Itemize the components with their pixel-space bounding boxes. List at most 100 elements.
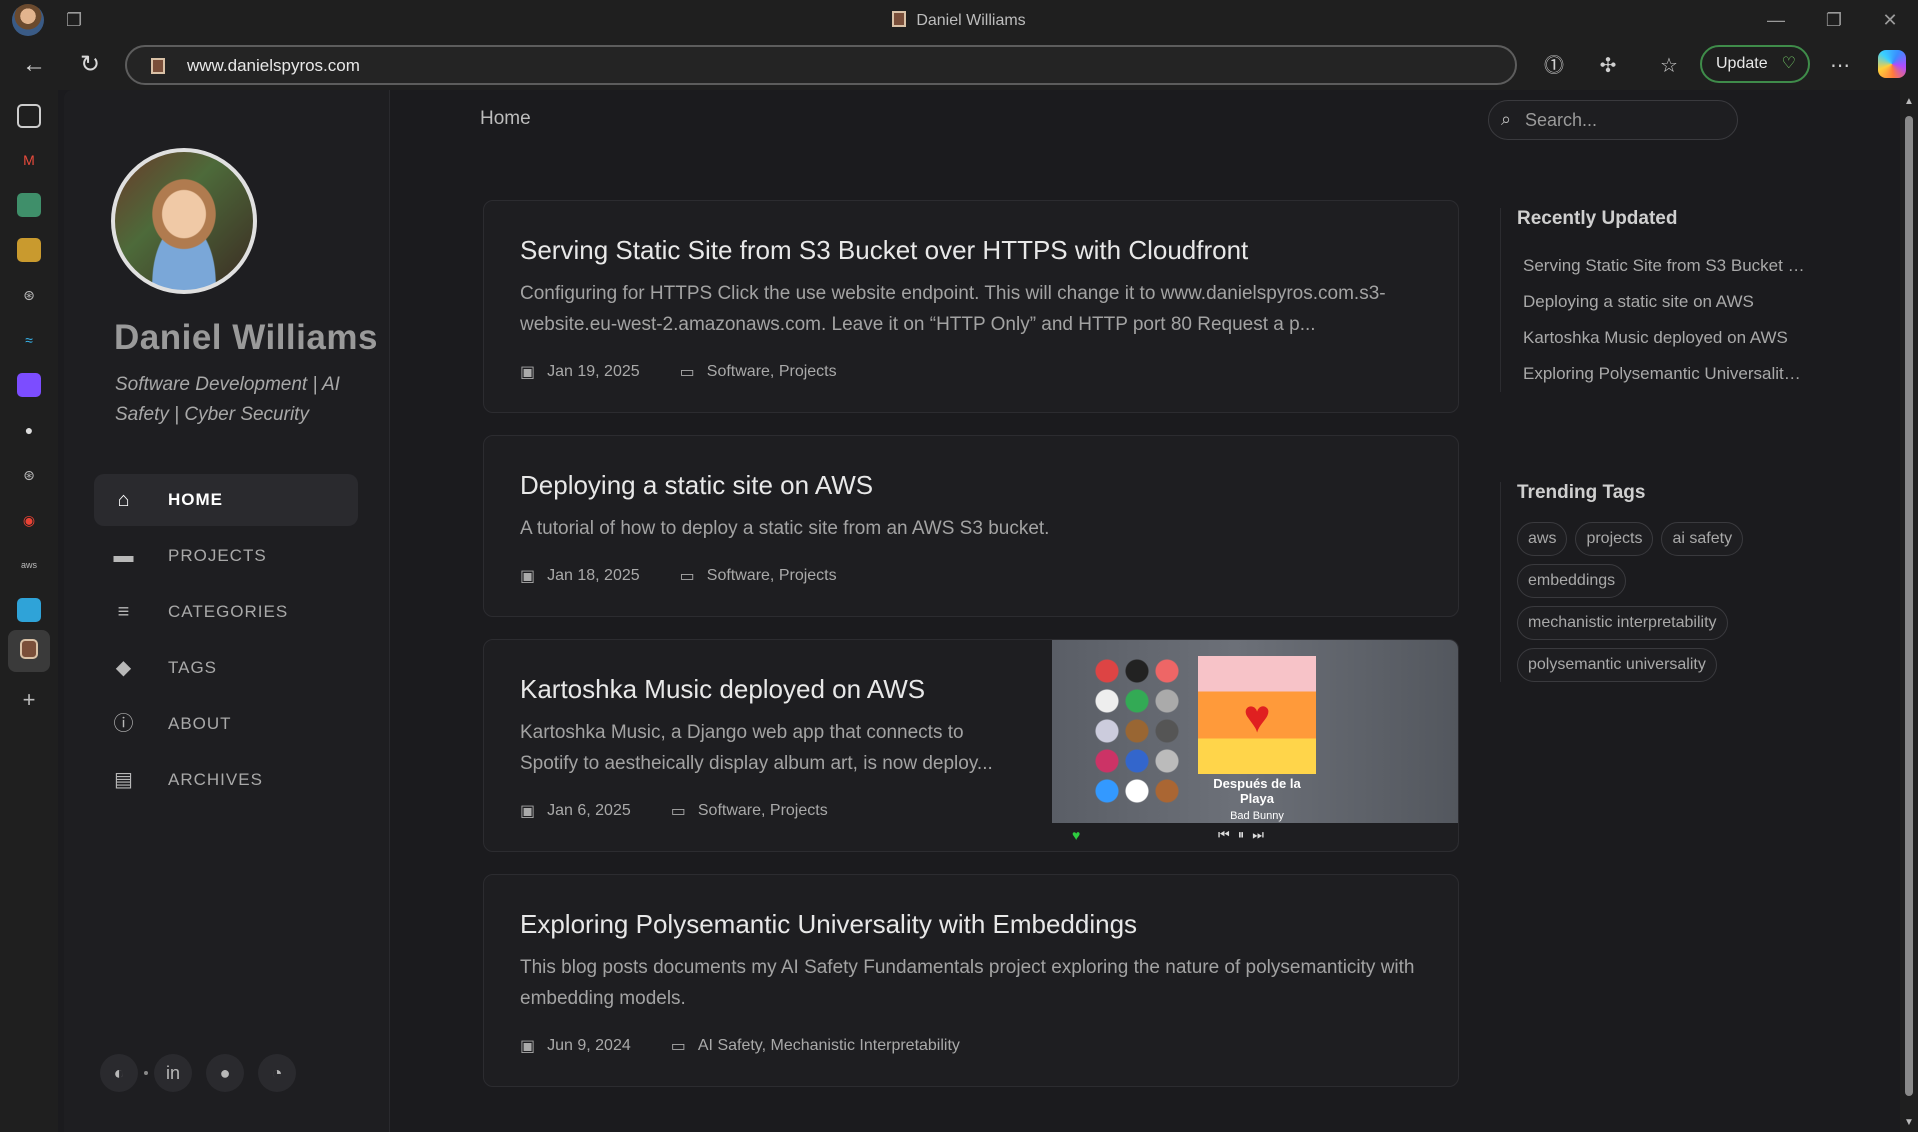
post-title[interactable]: Exploring Polysemantic Universality with…	[520, 909, 1422, 940]
calendar-icon: ▣	[520, 803, 536, 820]
nav-item-archives[interactable]: ▤ ARCHIVES	[94, 754, 358, 806]
album-bubbles	[1092, 656, 1182, 806]
aws-icon[interactable]: aws	[17, 553, 41, 577]
track-title: Después de la Playa	[1213, 776, 1301, 806]
tab-actions-icon[interactable]	[17, 104, 41, 128]
recent-post-link[interactable]: Exploring Polysemantic Universality ...	[1517, 356, 1807, 392]
post-title[interactable]: Kartoshka Music deployed on AWS	[520, 674, 1016, 705]
favorites-icon[interactable]: ☆	[1655, 52, 1683, 80]
site-title[interactable]: Daniel Williams	[114, 318, 378, 358]
theme-toggle-icon[interactable]: ◐	[100, 1054, 138, 1092]
calendar-icon: ▣	[520, 364, 536, 381]
copilot-icon[interactable]	[1878, 50, 1906, 78]
refresh-button[interactable]: ↻	[74, 50, 106, 80]
scroll-down-icon[interactable]: ▼	[1904, 1117, 1914, 1128]
info-icon: ⓘ	[113, 713, 135, 735]
home-icon: ⌂	[117, 489, 131, 511]
nav-item-projects[interactable]: ▬ PROJECTS	[94, 530, 358, 582]
app-icon[interactable]	[17, 193, 41, 217]
linkedin-icon[interactable]: in	[154, 1054, 192, 1092]
site-sidebar: Daniel Williams Software Development | A…	[64, 90, 390, 1132]
url-text[interactable]: www.danielspyros.com	[187, 56, 360, 76]
chrome-icon[interactable]: ◉	[17, 508, 41, 532]
post-meta: ▣ Jun 9, 2024 ▭ AI Safety, Mechanistic Int…	[520, 1036, 1422, 1056]
tag-polysemantic-universality[interactable]: polysemantic universality	[1517, 648, 1717, 682]
tag-projects[interactable]: projects	[1575, 522, 1654, 556]
author-avatar[interactable]	[111, 148, 257, 294]
nav-item-categories[interactable]: ≡ CATEGORIES	[94, 586, 358, 638]
web-page: Daniel Williams Software Development | A…	[64, 90, 1900, 1132]
scroll-up-icon[interactable]: ▲	[1904, 96, 1914, 107]
post-categories: Software, Projects	[697, 802, 828, 819]
password-manager-icon[interactable]: ⓵	[1540, 52, 1568, 80]
post-excerpt: Configuring for HTTPS Click the use webs…	[520, 283, 1386, 335]
address-bar[interactable]: www.danielspyros.com	[125, 45, 1517, 85]
post-card[interactable]: Deploying a static site on AWS A tutoria…	[483, 435, 1459, 617]
minimize-button[interactable]: —	[1756, 6, 1796, 34]
post-excerpt: Kartoshka Music, a Django web app that c…	[520, 722, 993, 774]
app-icon[interactable]	[17, 238, 41, 262]
list-icon: ≡	[117, 601, 131, 623]
trending-tags-panel: Trending Tags aws projects ai safety emb…	[1500, 482, 1800, 682]
recently-updated-heading: Recently Updated	[1517, 208, 1678, 229]
tag-ai-safety[interactable]: ai safety	[1661, 522, 1744, 556]
back-button[interactable]: ←	[18, 50, 50, 80]
close-window-button[interactable]: ✕	[1870, 6, 1910, 34]
post-list: Serving Static Site from S3 Bucket over …	[483, 200, 1459, 1109]
more-menu-icon[interactable]: ⋯	[1826, 52, 1854, 80]
app-icon[interactable]	[17, 598, 41, 622]
search-input[interactable]	[1525, 107, 1725, 133]
heart-icon: ♥	[1072, 827, 1081, 843]
tag-list: aws projects ai safety embeddings mechan…	[1517, 522, 1817, 682]
recent-post-link[interactable]: Kartoshka Music deployed on AWS	[1517, 320, 1807, 356]
post-card[interactable]: Exploring Polysemantic Universality with…	[483, 874, 1459, 1087]
scrollbar-thumb[interactable]	[1905, 116, 1913, 1096]
post-title[interactable]: Deploying a static site on AWS	[520, 470, 1422, 501]
post-card[interactable]: Serving Static Site from S3 Bucket over …	[483, 200, 1459, 413]
site-favicon	[151, 58, 165, 74]
tag-mechanistic-interpretability[interactable]: mechanistic interpretability	[1517, 606, 1728, 640]
tag-embeddings[interactable]: embeddings	[1517, 564, 1627, 598]
add-icon[interactable]: +	[17, 688, 41, 712]
github-icon[interactable]: ●	[17, 418, 41, 442]
calendar-icon: ▣	[520, 1038, 536, 1055]
post-excerpt: A tutorial of how to deploy a static sit…	[520, 518, 1050, 539]
tailwind-icon[interactable]: ≈	[17, 328, 41, 352]
search-box[interactable]: ⌕	[1488, 100, 1738, 140]
post-categories: AI Safety, Mechanistic Interpretability	[697, 1037, 960, 1054]
separator-dot	[144, 1071, 148, 1075]
heart-icon: ♥	[1243, 690, 1271, 742]
openai-icon[interactable]: ⊛	[17, 463, 41, 487]
post-date: Jan 18, 2025	[547, 567, 640, 584]
restore-button[interactable]: ❐	[1814, 6, 1854, 34]
recently-updated-panel: Recently Updated Serving Static Site fro…	[1500, 208, 1807, 392]
post-meta: ▣ Jan 19, 2025 ▭ Software, Projects	[520, 362, 1422, 382]
recent-post-link[interactable]: Deploying a static site on AWS	[1517, 284, 1807, 320]
github-icon[interactable]: ●	[206, 1054, 244, 1092]
recent-post-link[interactable]: Serving Static Site from S3 Bucket ov...	[1517, 248, 1807, 284]
sidebar-footer: ◐ in ● ◔	[100, 1054, 296, 1092]
tag-aws[interactable]: aws	[1517, 522, 1568, 556]
nav-item-about[interactable]: ⓘ ABOUT	[94, 698, 358, 750]
title-bar: ❐ Daniel Williams — ❐ ✕	[0, 0, 1918, 40]
rss-icon[interactable]: ◔	[258, 1054, 296, 1092]
post-title[interactable]: Serving Static Site from S3 Bucket over …	[520, 235, 1422, 266]
site-nav: ⌂ HOME ▬ PROJECTS ≡ CATEGORIES ◆ TAGS ⓘ ABOUT…	[94, 474, 358, 810]
post-card[interactable]: Kartoshka Music deployed on AWS Kartoshk…	[483, 639, 1459, 852]
page-scrollbar[interactable]: ▲ ▼	[1900, 90, 1918, 1132]
nav-item-tags[interactable]: ◆ TAGS	[94, 642, 358, 694]
update-button[interactable]: Update ♡	[1700, 45, 1810, 83]
post-preview-image[interactable]: ♥ Después de la Playa Bad Bunny ♥ ⏮⏸⏭	[1052, 640, 1458, 851]
extensions-icon[interactable]: ✣	[1594, 52, 1622, 80]
openai-icon[interactable]: ⊛	[17, 283, 41, 307]
player-bar: ♥ ⏮⏸⏭	[1052, 823, 1458, 851]
folder-icon: ▬	[113, 545, 135, 567]
gmail-icon[interactable]: M	[17, 148, 41, 172]
nav-item-home[interactable]: ⌂ HOME	[94, 474, 358, 526]
window-title: Daniel Williams	[0, 11, 1918, 30]
app-icon[interactable]	[17, 373, 41, 397]
post-date: Jun 9, 2024	[547, 1037, 631, 1054]
site-favicon	[20, 639, 38, 659]
search-icon: ⌕	[1501, 109, 1512, 129]
post-date: Jan 19, 2025	[547, 363, 640, 380]
